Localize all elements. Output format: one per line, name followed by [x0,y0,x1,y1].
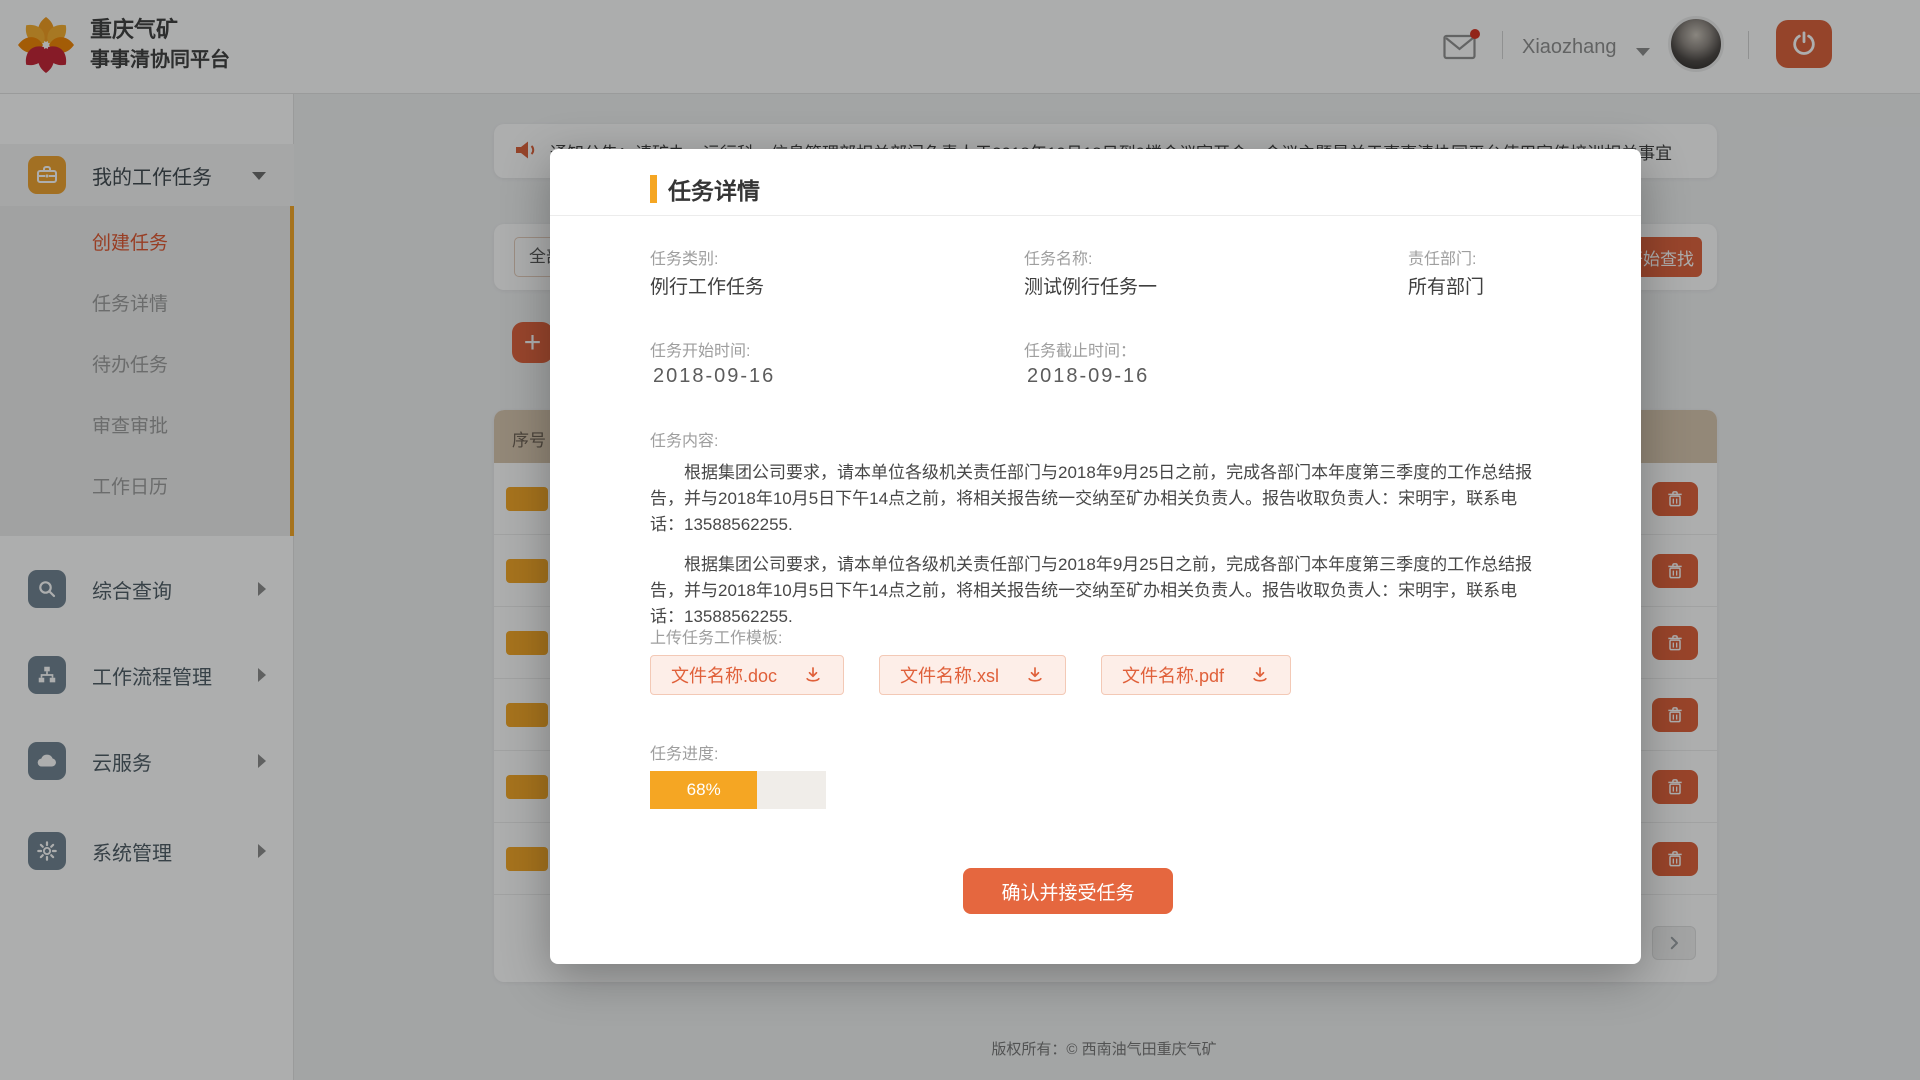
task-type-label: 任务类别: [650,245,718,269]
template-files-label: 上传任务工作模板: [650,624,782,648]
download-icon [1025,665,1045,685]
task-type-value: 例行工作任务 [650,272,764,299]
modal-title: 任务详情 [668,172,760,206]
task-content-paragraph: 根据集团公司要求，请本单位各级机关责任部门与2018年9月25日之前，完成各部门… [650,552,1540,630]
file-chip-doc[interactable]: 文件名称.doc [650,655,844,695]
progress-label: 任务进度: [650,740,718,764]
file-name: 文件名称.doc [671,662,777,688]
task-dept-value: 所有部门 [1408,272,1484,299]
progress-text: 68% [687,780,721,800]
template-files: 文件名称.doc 文件名称.xsl 文件名称.pdf [650,655,1291,695]
file-name: 文件名称.xsl [900,662,999,688]
confirm-accept-button[interactable]: 确认并接受任务 [963,868,1173,914]
progress-bar: 68% [650,771,826,809]
task-name-value: 测试例行任务一 [1024,272,1157,299]
task-content-label: 任务内容: [650,427,718,451]
task-name-label: 任务名称: [1024,245,1092,269]
task-content-paragraph: 根据集团公司要求，请本单位各级机关责任部门与2018年9月25日之前，完成各部门… [650,460,1540,538]
task-end-label: 任务截止时间： [1024,337,1136,361]
task-dept-label: 责任部门: [1408,245,1476,269]
modal-titlebar: 任务详情 [650,172,760,206]
task-detail-modal: 任务详情 任务类别: 任务名称: 责任部门: 例行工作任务 测试例行任务一 所有… [550,149,1641,964]
download-icon [803,665,823,685]
file-chip-xsl[interactable]: 文件名称.xsl [879,655,1066,695]
task-end-value: 2018-09-16 [1027,365,1149,388]
file-chip-pdf[interactable]: 文件名称.pdf [1101,655,1291,695]
task-content: 根据集团公司要求，请本单位各级机关责任部门与2018年9月25日之前，完成各部门… [650,460,1540,644]
progress-fill: 68% [650,771,757,809]
download-icon [1250,665,1270,685]
title-accent-bar [650,175,657,203]
task-start-value: 2018-09-16 [653,365,775,388]
file-name: 文件名称.pdf [1122,662,1224,688]
modal-divider [550,215,1641,216]
task-start-label: 任务开始时间: [650,337,750,361]
